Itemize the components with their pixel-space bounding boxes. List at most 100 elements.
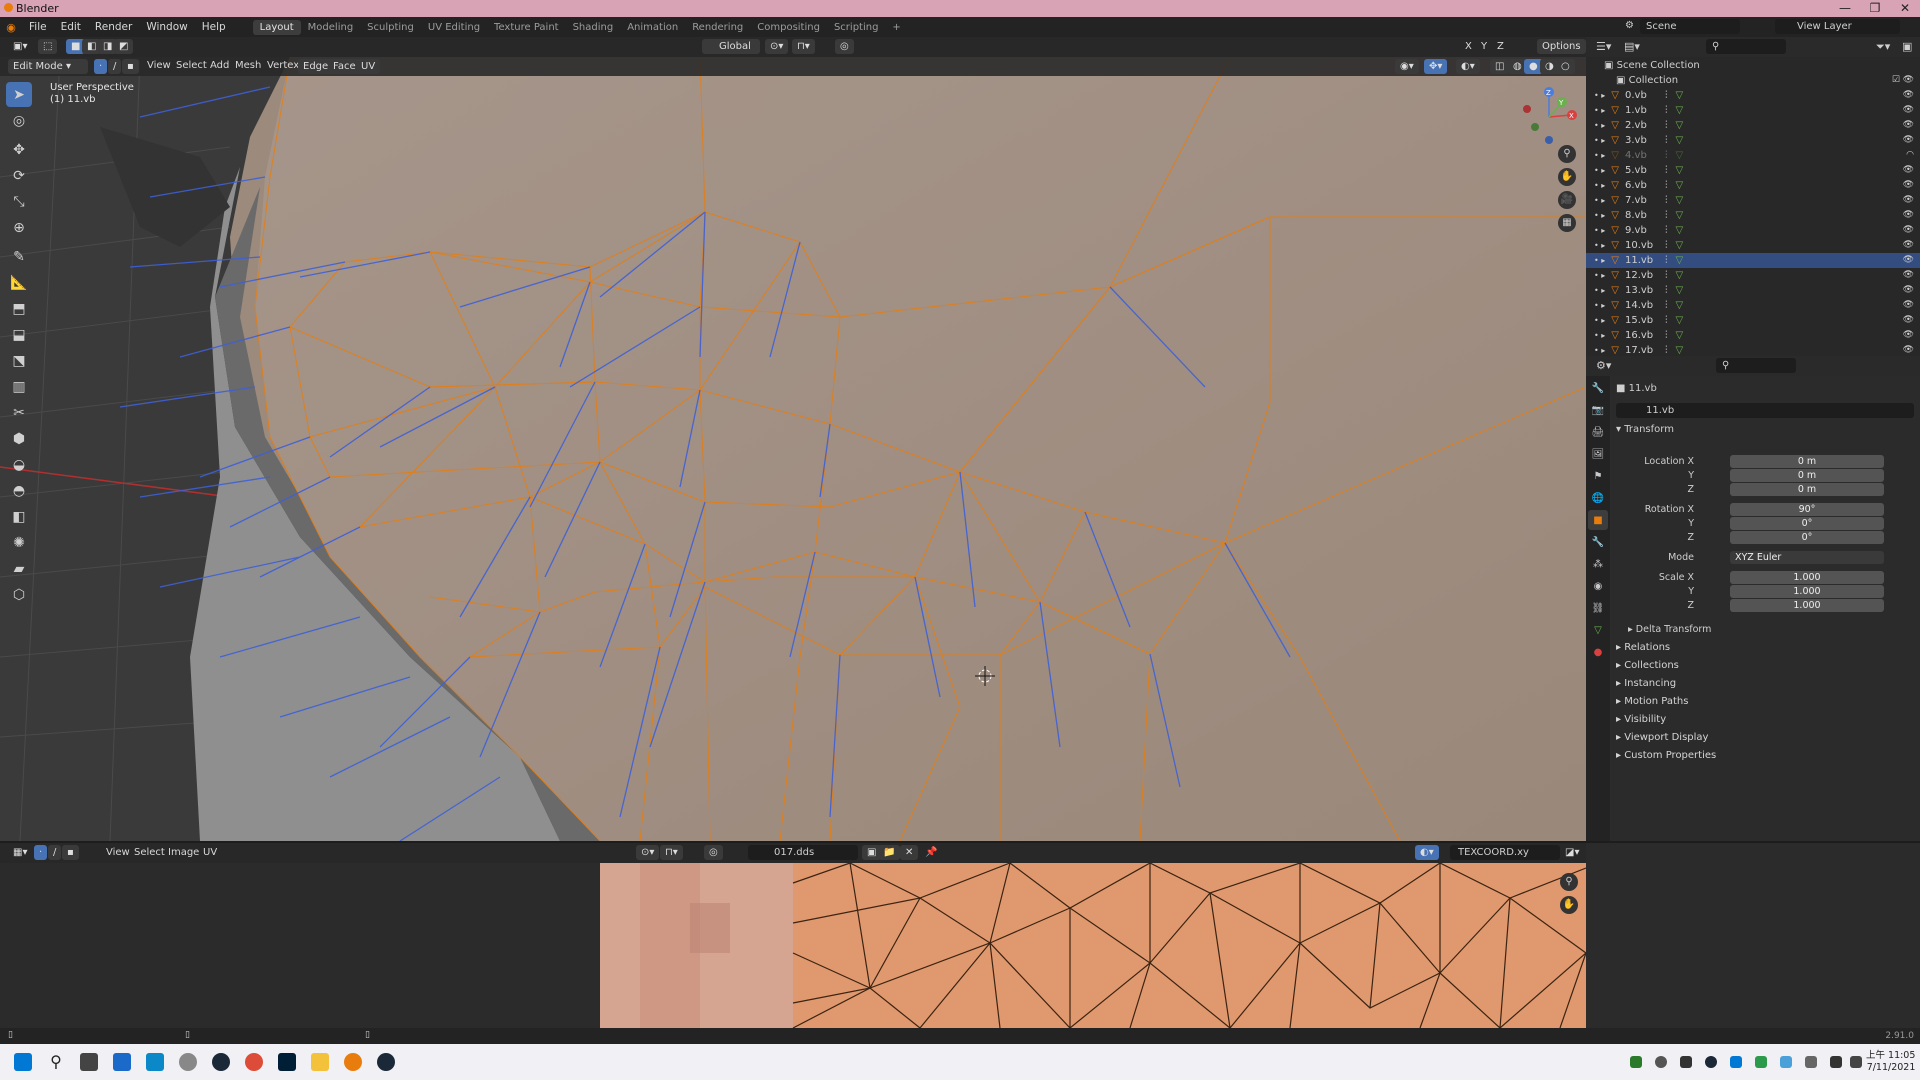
object-name[interactable]: 6.vb <box>1625 178 1661 193</box>
tray-icon-8[interactable] <box>1805 1056 1817 1068</box>
tab-uv-editing[interactable]: UV Editing <box>421 20 487 35</box>
maximize-icon[interactable]: ❐ <box>1860 0 1890 17</box>
tray-icon-5[interactable] <box>1730 1056 1742 1068</box>
photoshop-icon[interactable] <box>278 1053 296 1071</box>
visibility-eye-icon[interactable]: 👁 <box>1903 118 1914 133</box>
uv-edge-select-icon[interactable]: / <box>48 845 62 860</box>
expand-icon[interactable]: • ▸ <box>1594 136 1605 145</box>
object-name[interactable]: 3.vb <box>1625 133 1661 148</box>
menu-mesh[interactable]: Mesh <box>235 60 261 71</box>
view-layer-selector[interactable]: View Layer <box>1775 19 1900 34</box>
outliner-object-row[interactable]: • ▸ ▽ 11.vb ⫶ ▽ 👁 <box>1586 253 1920 268</box>
menu-select[interactable]: Select <box>176 60 207 71</box>
scale-z-field[interactable]: 1.000 <box>1730 599 1884 612</box>
uv-snap-icon[interactable]: ⊓▾ <box>660 845 683 860</box>
properties-search-input[interactable]: ⚲ <box>1716 358 1796 373</box>
uv-overlay-icon[interactable]: ◐▾ <box>1415 845 1439 860</box>
object-name[interactable]: 4.vb <box>1625 148 1661 163</box>
3d-viewport[interactable]: Edit Mode ▾ · / ▪ View Select Add Mesh V… <box>0 57 1586 841</box>
scale-x-field[interactable]: 1.000 <box>1730 571 1884 584</box>
tab-compositing[interactable]: Compositing <box>750 20 827 35</box>
monitor-app-icon[interactable] <box>146 1053 164 1071</box>
tray-icon-10[interactable] <box>1850 1056 1862 1068</box>
snap-icon[interactable]: ⊓▾ <box>792 39 815 54</box>
outliner-object-row[interactable]: • ▸ ▽ 1.vb ⫶ ▽ 👁 <box>1586 103 1920 118</box>
image-pin-icon[interactable]: 📌 <box>920 845 942 860</box>
mirror-z-button[interactable]: Z <box>1492 39 1509 54</box>
visibility-eye-icon[interactable]: 👁 <box>1903 223 1914 238</box>
bevel-tool-icon[interactable]: ⬔ <box>6 348 32 373</box>
loop-cut-tool-icon[interactable]: ▥ <box>6 374 32 399</box>
scene-selector[interactable]: Scene <box>1640 19 1740 34</box>
object-name[interactable]: 16.vb <box>1625 328 1661 343</box>
filter-icon[interactable]: ⏷▾ <box>1876 40 1890 54</box>
transform-tool-icon[interactable]: ⊕ <box>6 215 32 240</box>
expand-icon[interactable]: • ▸ <box>1594 166 1605 175</box>
pivot-point-icon[interactable]: ⊙▾ <box>765 39 789 54</box>
uv-zoom-icon[interactable]: ⚲ <box>1560 873 1578 891</box>
object-name[interactable]: 13.vb <box>1625 283 1661 298</box>
spin-tool-icon[interactable]: ◒ <box>6 452 32 477</box>
expand-icon[interactable]: • ▸ <box>1594 121 1605 130</box>
blender-taskbar-icon[interactable] <box>344 1053 362 1071</box>
minimize-icon[interactable]: — <box>1830 0 1860 17</box>
collection-row[interactable]: ▣ Collection ☑ 👁 <box>1586 73 1920 88</box>
panel-relations[interactable]: ▸ Relations <box>1616 642 1670 653</box>
blender-menu-icon[interactable]: ◉ <box>0 21 22 34</box>
object-name[interactable]: 12.vb <box>1625 268 1661 283</box>
tab-modeling[interactable]: Modeling <box>301 20 361 35</box>
add-workspace-icon[interactable]: + <box>885 20 907 35</box>
image-open-icon[interactable]: 📁 <box>878 845 901 860</box>
mode-dropdown[interactable]: Edit Mode ▾ <box>8 59 88 74</box>
expand-icon[interactable]: • ▸ <box>1594 181 1605 190</box>
tool-tab-icon[interactable]: 🔧 <box>1588 378 1608 398</box>
expand-icon[interactable]: • ▸ <box>1594 346 1605 355</box>
image-menu-image[interactable]: Image <box>168 847 199 858</box>
tray-icon-2[interactable] <box>1655 1056 1667 1068</box>
object-name-field[interactable]: 11.vb <box>1616 403 1914 418</box>
location-z-field[interactable]: 0 m <box>1730 483 1884 496</box>
output-tab-icon[interactable]: 🖨 <box>1588 422 1608 442</box>
cursor-tool-icon[interactable]: ◎ <box>6 108 32 133</box>
rotation-x-field[interactable]: 90° <box>1730 503 1884 516</box>
tab-shading[interactable]: Shading <box>566 20 621 35</box>
outliner-search-input[interactable]: ⚲ <box>1706 39 1786 54</box>
menu-add[interactable]: Add <box>210 60 229 71</box>
image-name-field[interactable]: 017.dds <box>748 845 858 860</box>
gizmo-icon[interactable]: ✥▾ <box>1424 59 1448 74</box>
new-collection-icon[interactable]: ▣ <box>1902 40 1912 53</box>
search-icon[interactable]: ⚲ <box>47 1053 65 1071</box>
outliner-object-row[interactable]: • ▸ ▽ 10.vb ⫶ ▽ 👁 <box>1586 238 1920 253</box>
object-name[interactable]: 9.vb <box>1625 223 1661 238</box>
menu-edit[interactable]: Edit <box>54 21 88 33</box>
object-name[interactable]: 15.vb <box>1625 313 1661 328</box>
outliner-object-row[interactable]: • ▸ ▽ 4.vb ⫶ ▽ ◠ <box>1586 148 1920 163</box>
visibility-eye-icon[interactable]: 👁 <box>1903 238 1914 253</box>
nvidia-tray-icon[interactable] <box>1630 1056 1642 1068</box>
xray-icon[interactable]: ◫ <box>1490 59 1510 74</box>
expand-icon[interactable]: • ▸ <box>1594 151 1605 160</box>
outliner-object-row[interactable]: • ▸ ▽ 9.vb ⫶ ▽ 👁 <box>1586 223 1920 238</box>
visibility-eye-icon[interactable]: ◠ <box>1906 148 1914 163</box>
image-unlink-icon[interactable]: ✕ <box>900 845 919 860</box>
object-name[interactable]: 5.vb <box>1625 163 1661 178</box>
object-name[interactable]: 10.vb <box>1625 238 1661 253</box>
tab-layout[interactable]: Layout <box>252 19 301 35</box>
outliner-object-row[interactable]: • ▸ ▽ 6.vb ⫶ ▽ 👁 <box>1586 178 1920 193</box>
expand-icon[interactable]: • ▸ <box>1594 106 1605 115</box>
mail-app-icon[interactable] <box>113 1053 131 1071</box>
outliner-object-row[interactable]: • ▸ ▽ 2.vb ⫶ ▽ 👁 <box>1586 118 1920 133</box>
properties-editor-icon[interactable]: ⚙▾ <box>1596 359 1611 372</box>
panel-custom-properties[interactable]: ▸ Custom Properties <box>1616 750 1716 761</box>
steam-icon[interactable] <box>212 1053 230 1071</box>
shading-rendered-icon[interactable]: ○ <box>1556 59 1575 74</box>
edge-slide-tool-icon[interactable]: ◧ <box>6 504 32 529</box>
outliner-object-row[interactable]: • ▸ ▽ 0.vb ⫶ ▽ 👁 <box>1586 88 1920 103</box>
mesh-canvas[interactable] <box>0 57 1586 841</box>
outliner-object-row[interactable]: • ▸ ▽ 16.vb ⫶ ▽ 👁 <box>1586 328 1920 343</box>
visibility-eye-icon[interactable]: 👁 <box>1903 103 1914 118</box>
visibility-eye-icon[interactable]: 👁 <box>1903 253 1914 268</box>
outliner-object-row[interactable]: • ▸ ▽ 13.vb ⫶ ▽ 👁 <box>1586 283 1920 298</box>
edge-select-icon[interactable]: / <box>108 59 122 74</box>
visibility-eye-icon[interactable]: 👁 <box>1903 178 1914 193</box>
